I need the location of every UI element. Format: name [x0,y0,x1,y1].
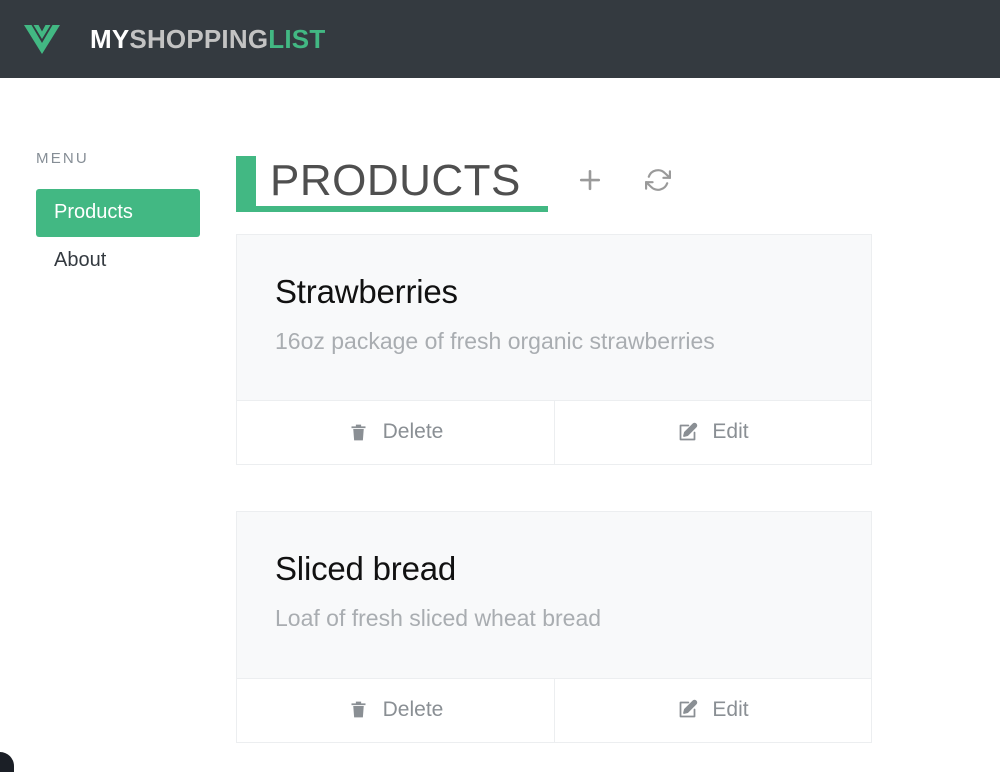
delete-button[interactable]: Delete [237,679,554,742]
delete-button[interactable]: Delete [237,401,554,464]
brand-part-shopping: SHOPPING [129,24,269,54]
product-description: Loaf of fresh sliced wheat bread [275,605,602,632]
page-title-wrap: PRODUCTS [236,150,548,212]
sidebar-heading: MENU [36,150,89,167]
plus-icon [575,165,605,198]
brand-part-list: LIST [268,24,326,54]
product-card: Sliced bread Loaf of fresh sliced wheat … [236,511,872,743]
product-card-footer: Delete Edit [237,400,871,465]
refresh-icon [644,167,671,196]
sidebar-item-products-label: Products [54,201,133,223]
edit-pencil-icon [677,422,698,443]
product-title: Strawberries [275,273,458,310]
page-title: PRODUCTS [270,156,521,205]
refresh-products-button[interactable] [644,167,671,196]
product-card-body: Strawberries 16oz package of fresh organ… [237,235,871,401]
product-card: Strawberries 16oz package of fresh organ… [236,234,872,466]
main-content: PRODUCTS Strawberries 16oz package of fr… [236,78,1000,772]
title-actions [575,165,671,212]
edit-button-label: Edit [712,697,749,721]
edit-button[interactable]: Edit [554,678,871,742]
sidebar: MENU Products About [0,78,236,772]
product-title: Sliced bread [275,550,457,588]
trash-icon [348,699,369,720]
brand-title[interactable]: MYSHOPPINGLIST [90,26,325,52]
title-accent-bar [236,155,256,207]
sidebar-item-about-label: About [54,249,107,271]
product-card-body: Sliced bread Loaf of fresh sliced wheat … [237,512,871,678]
delete-button-label: Delete [382,420,444,444]
sidebar-item-about[interactable]: About [36,237,236,285]
page-body: MENU Products About PRODUCTS Strawberrie… [0,78,1000,772]
edit-pencil-icon [677,699,698,720]
edit-button-label: Edit [712,420,749,444]
delete-button-label: Delete [382,697,444,721]
page-title-row: PRODUCTS [236,150,872,212]
add-product-button[interactable] [575,165,605,198]
brand-part-my: MY [90,24,130,54]
vue-logo-icon [20,21,60,57]
edit-button[interactable]: Edit [554,401,871,465]
product-card-footer: Delete Edit [237,677,871,742]
product-card-list: Strawberries 16oz package of fresh organ… [236,234,872,743]
top-navbar: MYSHOPPINGLIST [0,0,1000,78]
sidebar-item-products[interactable]: Products [36,189,200,237]
sidebar-menu-list: Products About [36,189,236,285]
product-description: 16oz package of fresh organic strawberri… [275,327,715,354]
trash-icon [348,422,369,443]
title-underline [236,206,548,212]
